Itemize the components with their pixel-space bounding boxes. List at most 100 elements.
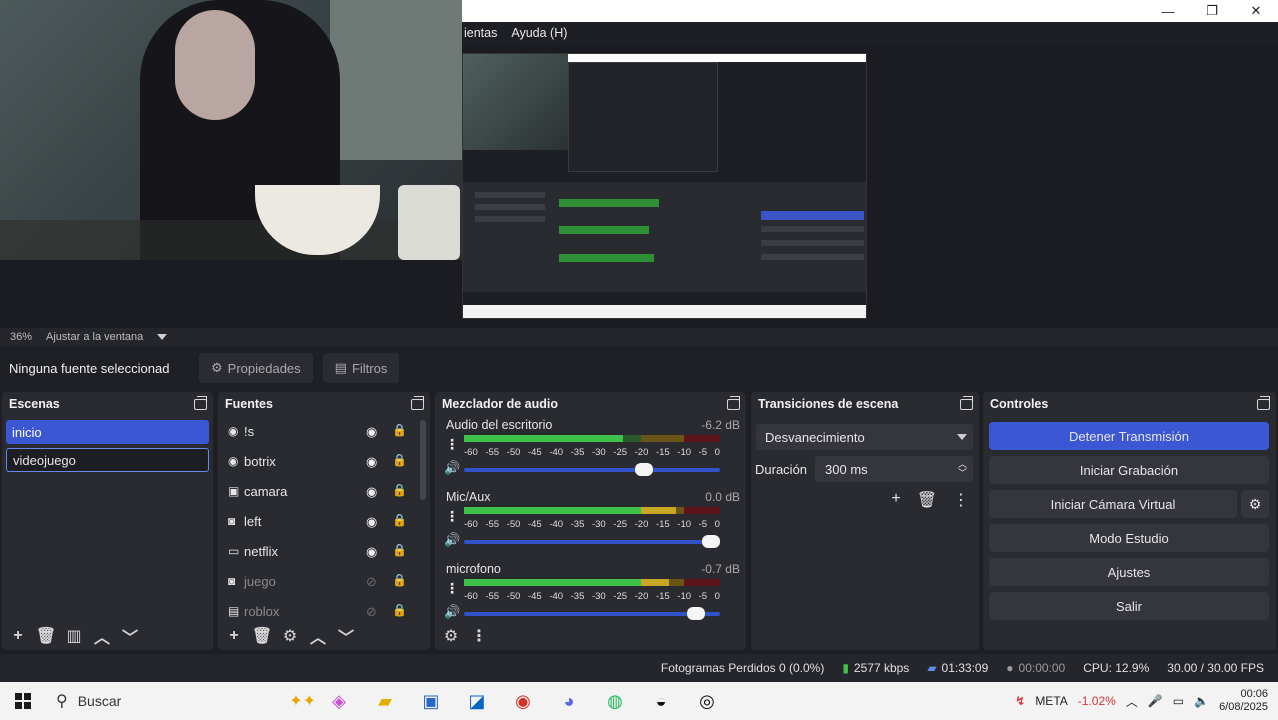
studio-mode-button[interactable]: Modo Estudio xyxy=(989,524,1269,552)
source-item[interactable]: ◉ !s ◉ 🔒 xyxy=(218,416,430,446)
chevron-down-icon[interactable] xyxy=(157,334,168,340)
undock-icon[interactable] xyxy=(411,395,424,410)
obs-window: — ❐ ✕ ientas Ayuda (H) 36% Ajustar a la … xyxy=(0,0,1278,720)
volume-slider[interactable] xyxy=(464,463,720,476)
preview-canvas[interactable] xyxy=(0,0,1278,328)
outlook-icon[interactable]: ◪ xyxy=(454,682,500,720)
trash-icon[interactable]: 🗑 xyxy=(917,490,937,510)
start-recording-button[interactable]: Iniciar Grabación xyxy=(989,456,1269,484)
start-button[interactable] xyxy=(0,693,46,709)
chevron-up-icon[interactable]: ︿ xyxy=(1126,693,1138,710)
add-icon[interactable]: + xyxy=(891,490,900,510)
eye-icon[interactable]: ◉ xyxy=(366,454,377,470)
filter-icon[interactable]: ▥ xyxy=(62,625,86,647)
meter-tick: -30 xyxy=(591,447,606,458)
source-item[interactable]: ◙ left ◉ 🔒 xyxy=(218,506,430,536)
slider-handle[interactable] xyxy=(686,607,705,620)
add-icon[interactable]: + xyxy=(6,625,30,647)
virtual-camera-button[interactable]: Iniciar Cámara Virtual xyxy=(989,490,1237,518)
eye-hidden-icon[interactable]: ⊘ xyxy=(366,574,377,590)
minimize-button[interactable]: — xyxy=(1146,0,1190,22)
network-icon[interactable]: ▭ xyxy=(1173,694,1184,708)
gear-icon[interactable]: ⚙ xyxy=(1241,490,1269,518)
stop-stream-button[interactable]: Detener Transmisión xyxy=(989,422,1269,450)
duration-spinbox[interactable]: 300 ms ︿ ﹀ xyxy=(815,456,973,482)
filters-button[interactable]: ▤ Filtros xyxy=(322,353,400,383)
undock-icon[interactable] xyxy=(727,395,740,410)
windows-logo-icon xyxy=(15,693,31,709)
close-button[interactable]: ✕ xyxy=(1234,0,1278,22)
move-up-icon[interactable]: ︿ xyxy=(306,625,330,647)
source-item[interactable]: ◙ juego ⊘ 🔒 xyxy=(218,566,430,596)
duration-value: 300 ms xyxy=(825,461,868,477)
properties-button[interactable]: ⚙ Propiedades xyxy=(199,353,313,383)
lock-icon[interactable]: 🔒 xyxy=(392,453,407,467)
scene-item-videojuego[interactable]: videojuego xyxy=(6,448,209,472)
add-icon[interactable]: + xyxy=(222,625,246,647)
spin-arrows-icon[interactable]: ︿ ﹀ xyxy=(958,460,967,478)
lock-icon[interactable]: 🔒 xyxy=(392,483,407,497)
speaker-icon[interactable]: 🔊 xyxy=(444,604,460,620)
lock-icon[interactable]: 🔒 xyxy=(392,513,407,527)
volume-slider[interactable] xyxy=(464,607,720,620)
kebab-menu-icon[interactable]: ⋮ xyxy=(445,436,459,453)
speaker-icon[interactable]: 🔊 xyxy=(444,532,460,548)
undock-icon[interactable] xyxy=(1257,395,1270,410)
eye-icon[interactable]: ◉ xyxy=(366,484,377,500)
kebab-menu-icon[interactable]: ⋮ xyxy=(467,625,491,647)
transition-select[interactable]: Desvanecimiento xyxy=(756,424,973,450)
zoom-fit-label[interactable]: Ajustar a la ventana xyxy=(46,331,143,343)
microphone-icon[interactable]: 🎤 xyxy=(1148,694,1163,708)
chrome-icon[interactable]: ◉ xyxy=(500,682,546,720)
kebab-menu-icon[interactable]: ⋮ xyxy=(953,490,969,510)
stock-name[interactable]: META xyxy=(1035,694,1067,708)
speaker-icon[interactable]: 🔊 xyxy=(444,460,460,476)
scene-item-inicio[interactable]: inicio xyxy=(6,420,209,444)
store-icon[interactable]: ▣ xyxy=(408,682,454,720)
volume-icon[interactable]: 🔈 xyxy=(1194,694,1209,708)
eye-icon[interactable]: ◉ xyxy=(366,544,377,560)
eye-icon[interactable]: ◉ xyxy=(366,424,377,440)
lock-icon[interactable]: 🔒 xyxy=(392,573,407,587)
window-icon: ▤ xyxy=(228,604,240,618)
lock-icon[interactable]: 🔒 xyxy=(392,423,407,437)
menu-tools[interactable]: ientas xyxy=(464,26,497,40)
trash-icon[interactable]: 🗑 xyxy=(250,625,274,647)
restore-button[interactable]: ❐ xyxy=(1190,0,1234,22)
undock-icon[interactable] xyxy=(194,395,207,410)
slider-handle[interactable] xyxy=(702,535,720,548)
slider-handle[interactable] xyxy=(635,463,654,476)
scrollbar[interactable] xyxy=(420,420,426,500)
undock-icon[interactable] xyxy=(960,395,973,410)
kebab-menu-icon[interactable]: ⋮ xyxy=(445,508,459,525)
move-down-icon[interactable]: ﹀ xyxy=(118,625,142,647)
settings-button[interactable]: Ajustes xyxy=(989,558,1269,586)
lock-icon[interactable]: 🔒 xyxy=(392,603,407,617)
meter-tick: -50 xyxy=(506,519,521,530)
discord-icon[interactable]: ◕ xyxy=(546,682,592,720)
selected-source-label: Ninguna fuente seleccionad xyxy=(9,360,170,376)
eye-hidden-icon[interactable]: ⊘ xyxy=(366,604,377,620)
copilot-icon[interactable]: ◈ xyxy=(316,682,362,720)
gear-icon[interactable]: ⚙ xyxy=(439,625,463,647)
obs-icon[interactable]: ◎ xyxy=(684,682,730,720)
source-item[interactable]: ▭ netflix ◉ 🔒 xyxy=(218,536,430,566)
gear-icon[interactable]: ⚙ xyxy=(278,625,302,647)
eye-icon[interactable]: ◉ xyxy=(366,514,377,530)
source-item[interactable]: ◉ botrix ◉ 🔒 xyxy=(218,446,430,476)
taskbar-search[interactable]: ⚲ Buscar ✦✦ xyxy=(46,682,316,720)
menu-help[interactable]: Ayuda (H) xyxy=(511,26,567,40)
source-item[interactable]: ▣ camara ◉ 🔒 xyxy=(218,476,430,506)
volume-slider[interactable] xyxy=(464,535,720,548)
streamlabs-icon[interactable]: ◒ xyxy=(638,682,684,720)
file-explorer-icon[interactable]: ▰ xyxy=(362,682,408,720)
channel-name: Audio del escritorio xyxy=(446,418,553,432)
clock[interactable]: 00:06 6/08/2025 xyxy=(1219,688,1268,714)
move-up-icon[interactable]: ︿ xyxy=(90,625,114,647)
spotify-icon[interactable]: ◍ xyxy=(592,682,638,720)
kebab-menu-icon[interactable]: ⋮ xyxy=(445,580,459,597)
lock-icon[interactable]: 🔒 xyxy=(392,543,407,557)
move-down-icon[interactable]: ﹀ xyxy=(334,625,358,647)
trash-icon[interactable]: 🗑 xyxy=(34,625,58,647)
exit-button[interactable]: Salir xyxy=(989,592,1269,620)
